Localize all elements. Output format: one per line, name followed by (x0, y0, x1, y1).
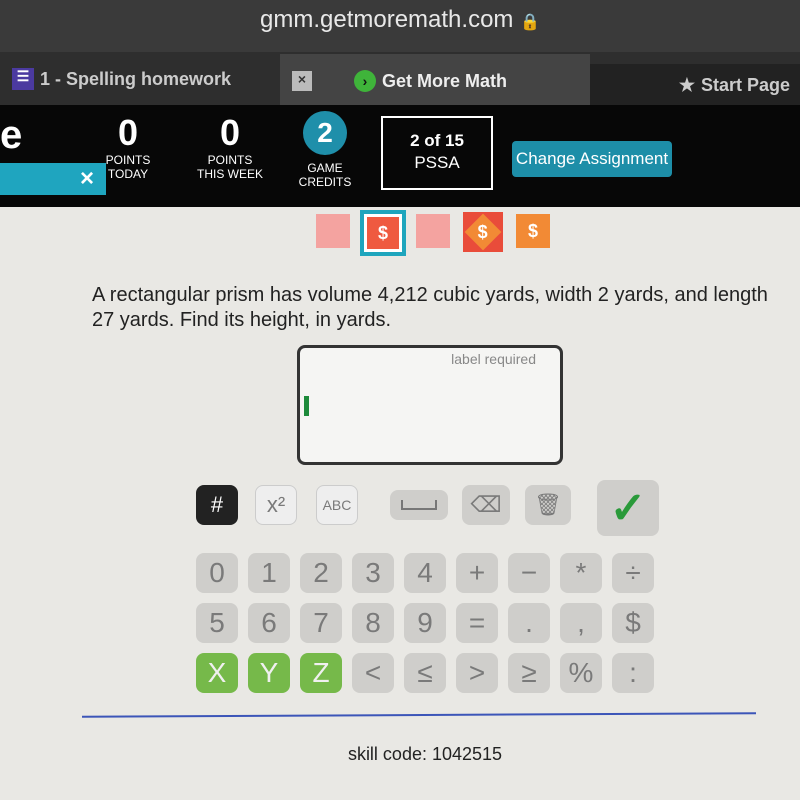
key[interactable]: Y (248, 653, 290, 693)
progress-square (316, 214, 350, 248)
key[interactable]: 2 (300, 553, 342, 593)
key[interactable]: ÷ (612, 553, 654, 593)
progress-square: $ (463, 212, 503, 252)
key[interactable]: 1 (248, 553, 290, 593)
close-tab-icon[interactable]: × (292, 71, 312, 91)
key[interactable]: . (508, 603, 550, 643)
answer-input[interactable]: label required (297, 345, 563, 465)
game-credits-value: 2 (303, 111, 347, 155)
question-text: A rectangular prism has volume 4,212 cub… (92, 284, 768, 331)
numeric-mode-key[interactable]: # (196, 485, 238, 525)
points-today: 0 POINTS TODAY (100, 112, 156, 182)
key[interactable]: Z (300, 653, 342, 693)
key[interactable]: 9 (404, 603, 446, 643)
checkmark-icon: ✓ (609, 483, 647, 533)
key[interactable]: 3 (352, 553, 394, 593)
tab-label: 1 - Spelling homework (40, 68, 232, 89)
key[interactable]: < (352, 653, 394, 693)
label: TODAY (107, 167, 149, 181)
key[interactable]: $ (612, 603, 654, 643)
label: POINTS (207, 153, 253, 167)
points-today-value: 0 (117, 112, 139, 153)
game-credits[interactable]: 2 GAME CREDITS (295, 111, 355, 189)
tab-start-page[interactable]: ★ Start Page (590, 64, 800, 106)
key[interactable]: * (560, 553, 602, 593)
text-cursor (304, 396, 309, 416)
tab-get-more-math[interactable]: × › Get More Math (280, 54, 590, 108)
skill-code: skill code: 1042515 (347, 744, 503, 764)
change-assignment-button[interactable]: Change Assignment (512, 141, 672, 177)
divider (81, 712, 757, 718)
url-text: gmm.getmoremath.com (260, 6, 514, 33)
key[interactable]: 6 (248, 603, 290, 643)
key[interactable]: 7 (300, 603, 342, 643)
address-bar[interactable]: gmm.getmoremath.com 🔒 (0, 0, 800, 52)
points-this-week: 0 POINTS THIS WEEK (190, 112, 270, 182)
submit-button[interactable]: ✓ (597, 480, 659, 536)
trash-icon: 🗑 (534, 492, 562, 517)
key[interactable]: 4 (404, 553, 446, 593)
progress-square-current: $ (360, 210, 406, 256)
key[interactable]: : (612, 653, 654, 693)
backspace-key[interactable]: ⌫ (462, 485, 510, 525)
label: GAME (307, 161, 343, 175)
app-header: e × 0 POINTS TODAY 0 POINTS THIS WEEK 2 GAME C… (0, 105, 800, 207)
key[interactable]: − (508, 553, 550, 593)
key[interactable]: % (560, 653, 602, 693)
close-icon[interactable]: × (80, 165, 94, 193)
dollar-icon: $ (477, 221, 489, 242)
star-icon: ★ (678, 74, 695, 95)
list-icon: ☰ (12, 68, 34, 90)
assignment-name: PSSA (414, 153, 460, 172)
key[interactable]: X (196, 653, 238, 693)
exponent-key[interactable]: x² (255, 485, 297, 525)
progress-square: $ (516, 214, 550, 248)
text-mode-key[interactable]: ABC (316, 485, 358, 525)
lock-icon: 🔒 (520, 14, 540, 31)
logo: e (0, 113, 23, 157)
gmm-logo-icon: › (354, 70, 376, 92)
assignment-progress: 2 of 15 PSSA (381, 116, 493, 190)
tab-label: Start Page (700, 74, 790, 95)
tab-bar: ☰ 1 - Spelling homework × › Get More Math ★… (0, 52, 800, 108)
dollar-icon: $ (367, 217, 399, 249)
backspace-icon: ⌫ (470, 492, 502, 517)
question-count: 2 of 15 (410, 131, 464, 150)
key[interactable]: 0 (196, 553, 238, 593)
key[interactable]: 8 (352, 603, 394, 643)
label: THIS WEEK (196, 167, 263, 181)
label: POINTS (105, 153, 151, 167)
points-week-value: 0 (219, 112, 241, 153)
clear-key[interactable]: 🗑 (525, 485, 571, 525)
key[interactable]: ≤ (404, 653, 446, 693)
answer-placeholder: label required (451, 351, 536, 367)
key[interactable]: + (456, 553, 498, 593)
tab-spelling-homework[interactable]: ☰ 1 - Spelling homework (0, 52, 280, 106)
key[interactable]: > (456, 653, 498, 693)
label: CREDITS (298, 175, 352, 189)
progress-square (416, 214, 450, 248)
tab-label: Get More Math (382, 70, 508, 91)
space-icon (401, 500, 437, 510)
key[interactable]: ≥ (508, 653, 550, 693)
key[interactable]: = (456, 603, 498, 643)
space-key[interactable] (390, 490, 448, 520)
hide-banner[interactable]: × (0, 163, 106, 195)
key[interactable]: 5 (196, 603, 238, 643)
key[interactable]: , (560, 603, 602, 643)
